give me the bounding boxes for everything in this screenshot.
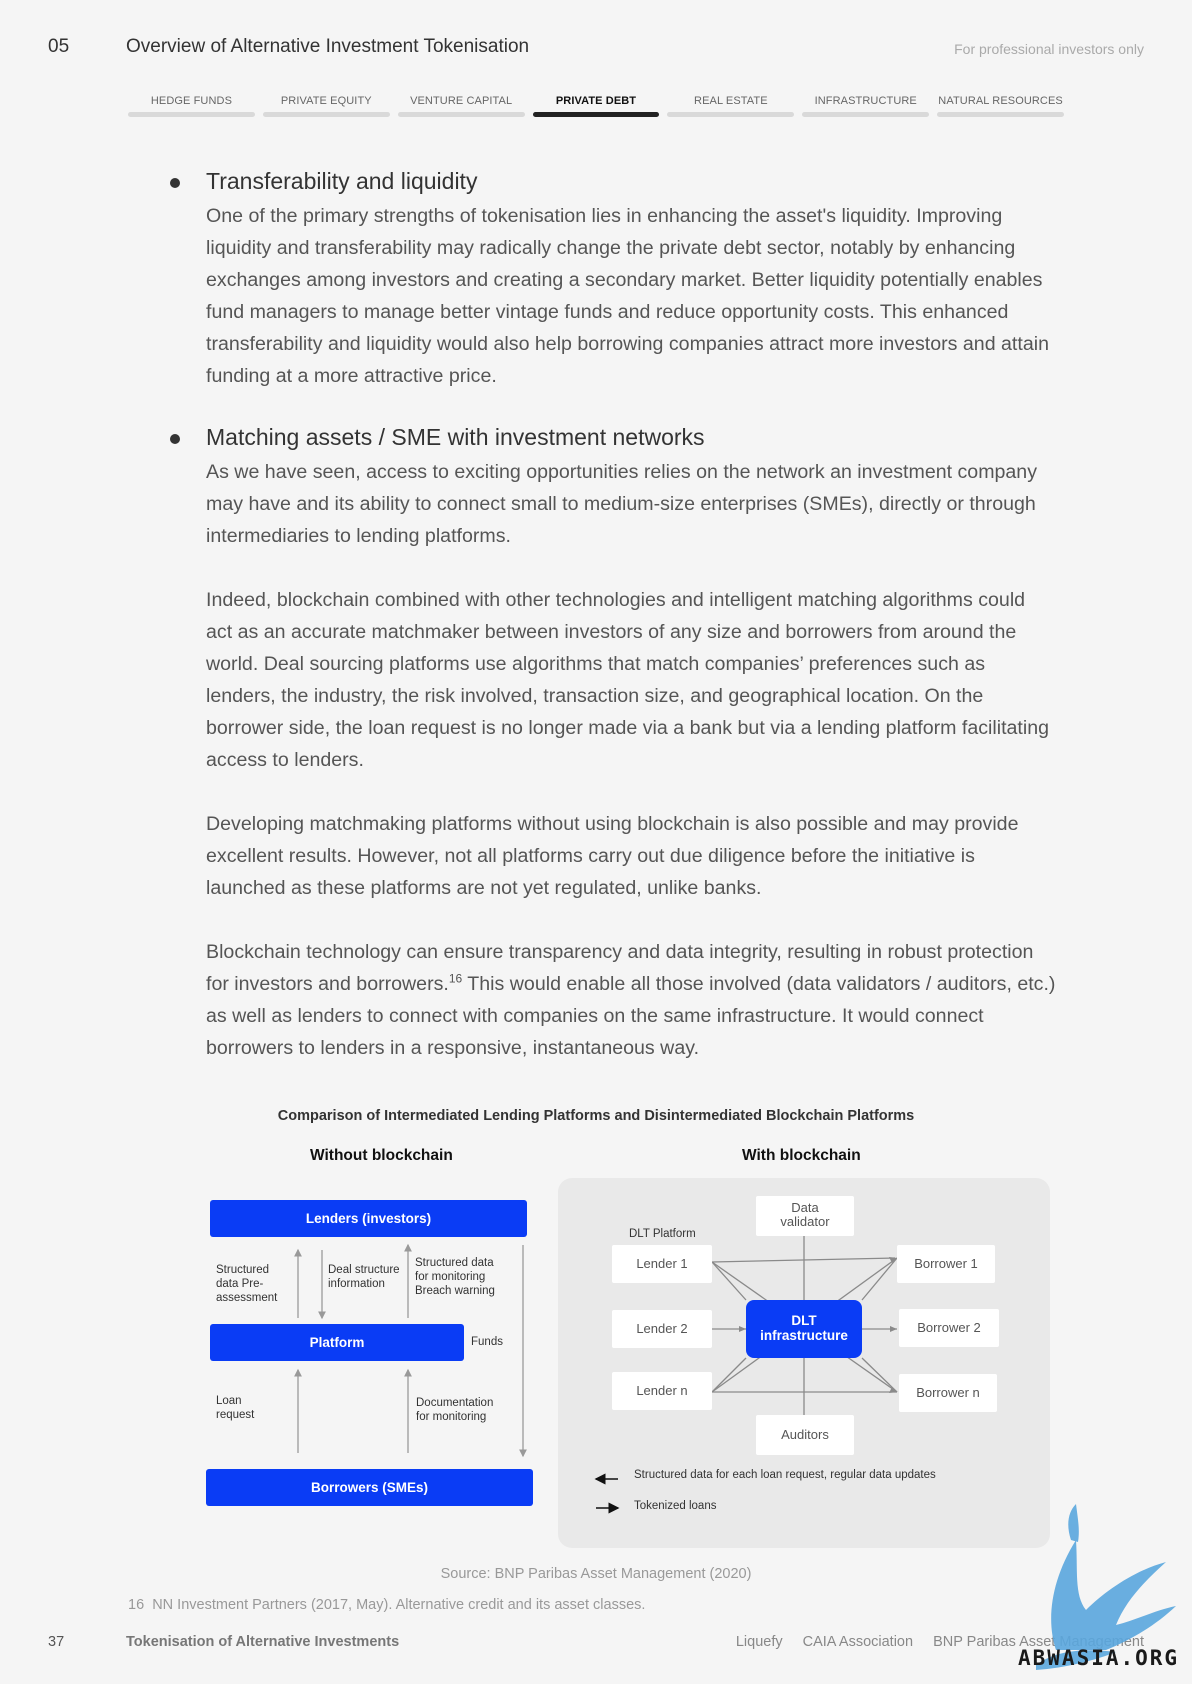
lender-2-node: Lender 2	[612, 1310, 712, 1348]
auditors-node: Auditors	[756, 1415, 854, 1455]
watermark-text: ABWASIA.ORG	[1018, 1646, 1180, 1670]
dlt-infrastructure-node: DLT infrastructure	[746, 1300, 862, 1358]
figure-source: Source: BNP Paribas Asset Management (20…	[440, 1566, 752, 1582]
borrower-n-node: Borrower n	[899, 1374, 997, 1412]
document-title: Tokenisation of Alternative Investments	[126, 1634, 400, 1650]
lender-1-node: Lender 1	[612, 1245, 712, 1283]
page-number: 37	[48, 1634, 65, 1650]
borrower-2-node: Borrower 2	[899, 1309, 999, 1347]
legend-structured-data: Structured data for each loan request, r…	[634, 1469, 936, 1481]
page-footer: 37 Tokenisation of Alternative Investmen…	[0, 1634, 1192, 1656]
data-validator-node: Data validator	[756, 1196, 854, 1236]
right-diagram-lines	[594, 1232, 898, 1514]
footnote: 16 NN Investment Partners (2017, May). A…	[128, 1597, 645, 1613]
partner-liquefy: Liquefy	[735, 1634, 783, 1650]
footnote-text: NN Investment Partners (2017, May). Alte…	[152, 1597, 646, 1613]
partner-caia: CAIA Association	[802, 1634, 914, 1650]
borrower-1-node: Borrower 1	[897, 1245, 995, 1283]
lender-n-node: Lender n	[612, 1372, 712, 1410]
dlt-platform-label: DLT Platform	[629, 1228, 696, 1240]
footnote-number: 16	[128, 1597, 145, 1613]
legend-tokenized-loans: Tokenized loans	[634, 1500, 717, 1512]
